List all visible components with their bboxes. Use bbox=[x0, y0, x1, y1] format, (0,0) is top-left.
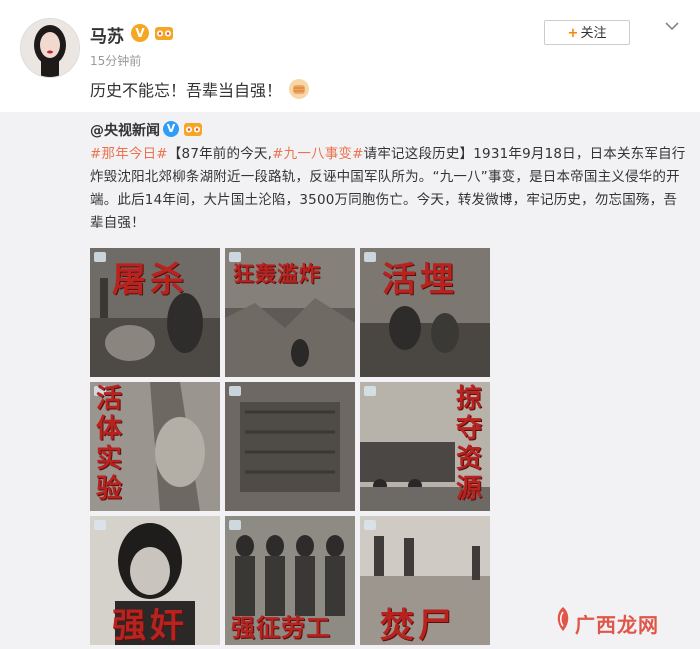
image-grid: 屠杀 狂轰滥炸 活埋 活体实验 掠夺资源 强奸 强征劳工 焚尸 bbox=[90, 248, 490, 646]
repost-text-part1: 【87年前的今天, bbox=[167, 146, 273, 162]
repost-text: #那年今日#【87年前的今天,#九一八事变#请牢记这段历史】1931年9月18日… bbox=[90, 143, 690, 235]
vip-level-icon bbox=[155, 27, 173, 40]
image-tile[interactable]: 焚尸 bbox=[360, 516, 490, 645]
image-caption: 活体实验 bbox=[96, 384, 123, 504]
hashtag-link[interactable]: #那年今日# bbox=[90, 146, 168, 162]
cctv-logo-icon bbox=[94, 252, 106, 262]
follow-plus-icon: + bbox=[567, 26, 579, 41]
at-sign: @ bbox=[90, 123, 104, 139]
follow-label: 关注 bbox=[580, 26, 607, 41]
image-caption: 掠夺资源 bbox=[456, 384, 483, 504]
image-caption: 强征劳工 bbox=[231, 613, 331, 642]
cctv-logo-icon bbox=[364, 520, 376, 530]
image-tile[interactable]: 活体实验 bbox=[90, 382, 220, 511]
image-tile[interactable] bbox=[225, 382, 355, 511]
cctv-logo-icon bbox=[364, 252, 376, 262]
cctv-logo-icon bbox=[229, 520, 241, 530]
image-caption: 活埋 bbox=[382, 260, 458, 300]
cctv-logo-icon bbox=[229, 386, 241, 396]
post-text: 历史不能忘！吾辈当自强！ bbox=[90, 81, 283, 100]
chevron-down-icon[interactable] bbox=[664, 20, 680, 32]
post-timestamp[interactable]: 15分钟前 bbox=[90, 52, 141, 69]
cctv-logo-icon bbox=[364, 386, 376, 396]
hashtag-link[interactable]: #九一八事变# bbox=[272, 146, 364, 162]
repost-author[interactable]: @央视新闻 bbox=[90, 120, 160, 140]
weibo-post-header: 马苏 V 15分钟前 历史不能忘！吾辈当自强！ + 关注 bbox=[0, 0, 700, 112]
image-tile[interactable]: 掠夺资源 bbox=[360, 382, 490, 511]
image-tile[interactable]: 强奸 bbox=[90, 516, 220, 645]
username[interactable]: 马苏 bbox=[90, 22, 124, 47]
image-caption: 焚尸 bbox=[380, 606, 456, 645]
verified-badge-icon: V bbox=[131, 24, 149, 42]
follow-button[interactable]: + 关注 bbox=[544, 20, 630, 45]
watermark-logo-icon bbox=[557, 607, 569, 631]
image-tile[interactable]: 狂轰滥炸 bbox=[225, 248, 355, 377]
image-caption: 屠杀 bbox=[112, 260, 188, 300]
image-caption: 强奸 bbox=[112, 606, 188, 645]
site-watermark: 广西龙网 bbox=[575, 613, 659, 637]
user-avatar[interactable] bbox=[20, 18, 80, 78]
avatar-portrait-icon bbox=[21, 19, 79, 77]
fist-emoji-icon bbox=[289, 79, 309, 99]
repost-vip-level-icon bbox=[184, 123, 202, 136]
repost-author-name: 央视新闻 bbox=[104, 123, 160, 139]
photo-thumbnail bbox=[225, 382, 355, 511]
image-caption: 狂轰滥炸 bbox=[233, 261, 321, 286]
repost-verified-badge-icon: V bbox=[163, 121, 179, 137]
image-tile[interactable]: 屠杀 bbox=[90, 248, 220, 377]
cctv-logo-icon bbox=[94, 520, 106, 530]
image-tile[interactable]: 强征劳工 bbox=[225, 516, 355, 645]
image-tile[interactable]: 活埋 bbox=[360, 248, 490, 377]
reposted-weibo: @央视新闻 V #那年今日#【87年前的今天,#九一八事变#请牢记这段历史】19… bbox=[0, 112, 700, 649]
